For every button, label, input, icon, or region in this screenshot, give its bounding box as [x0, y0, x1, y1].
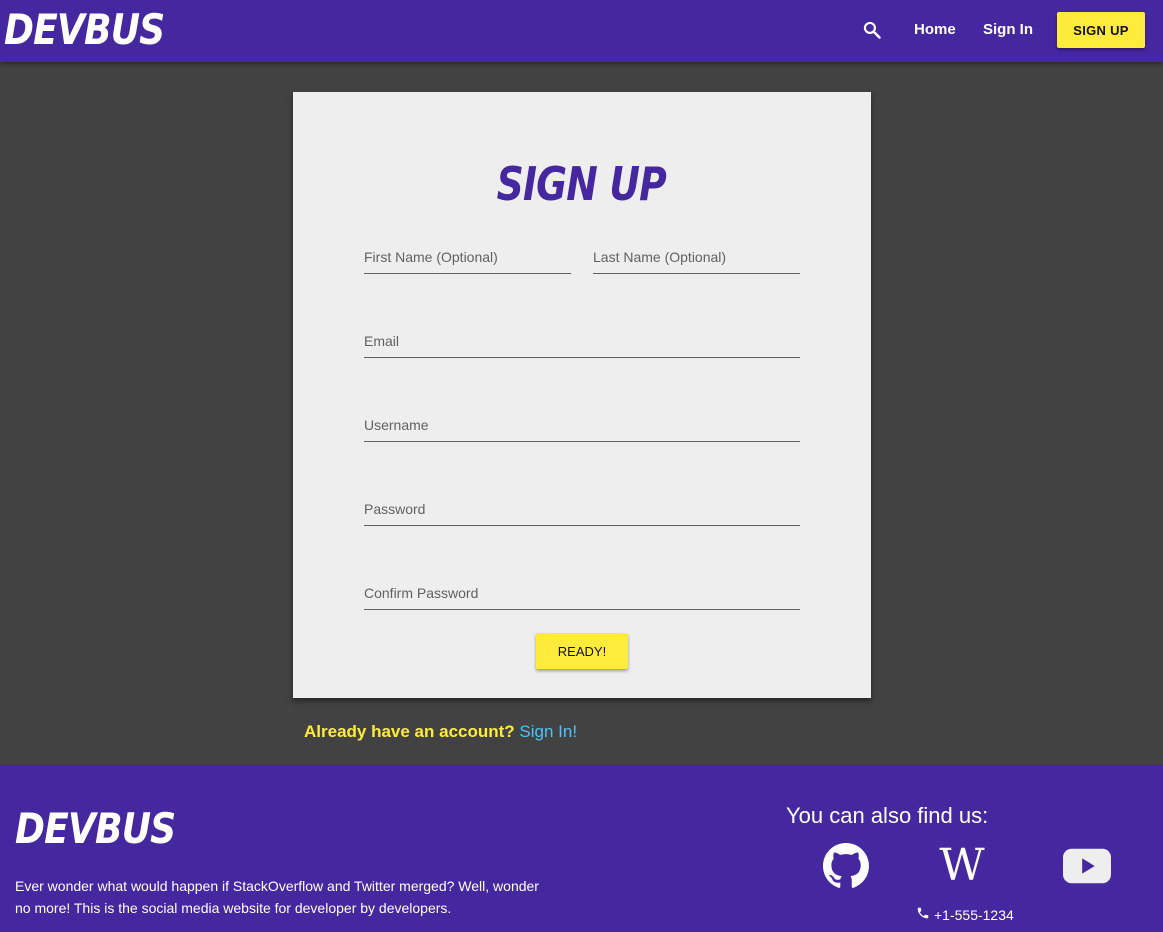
email-field: [364, 318, 800, 358]
email-input[interactable]: [364, 318, 800, 357]
find-us-heading: You can also find us:: [786, 803, 989, 828]
already-question: Already have an account?: [304, 722, 515, 741]
username-input[interactable]: [364, 402, 800, 441]
form-title-text: SIGN UP: [496, 157, 667, 211]
confirm-password-field: [364, 570, 800, 610]
already-have-account: Already have an account? Sign In!: [304, 721, 577, 743]
sign-in-link[interactable]: Sign In!: [519, 722, 577, 741]
footer: DEVBUS Ever wonder what would happen if …: [0, 765, 1163, 932]
last-name-input[interactable]: [593, 234, 800, 273]
username-field: [364, 402, 800, 442]
phone-number[interactable]: +1-555-1234: [934, 905, 1014, 925]
navbar: DEVBUS Home Sign In SIGN UP: [0, 0, 1163, 62]
nav-sign-in-link[interactable]: Sign In: [983, 20, 1033, 40]
first-name-field: [364, 234, 571, 274]
footer-description: Ever wonder what would happen if StackOv…: [15, 878, 539, 916]
form-title: SIGN UP: [0, 152, 1163, 216]
youtube-icon[interactable]: [1063, 843, 1111, 889]
password-input[interactable]: [364, 486, 800, 525]
github-icon[interactable]: [822, 843, 870, 889]
last-name-field: [593, 234, 800, 274]
first-name-input[interactable]: [364, 234, 571, 273]
footer-brand-logo: DEVBUS: [15, 804, 176, 853]
brand-logo[interactable]: DEVBUS: [4, 4, 165, 56]
search-icon[interactable]: [862, 20, 882, 40]
phone-contact: +1-555-1234: [916, 905, 1014, 925]
nav-home-link[interactable]: Home: [914, 20, 956, 40]
password-field: [364, 486, 800, 526]
nav-sign-up-button[interactable]: SIGN UP: [1057, 12, 1145, 48]
wikipedia-icon[interactable]: W: [938, 843, 986, 889]
phone-icon: [916, 905, 930, 925]
confirm-password-input[interactable]: [364, 570, 800, 609]
ready-submit-button[interactable]: READY!: [536, 633, 628, 669]
